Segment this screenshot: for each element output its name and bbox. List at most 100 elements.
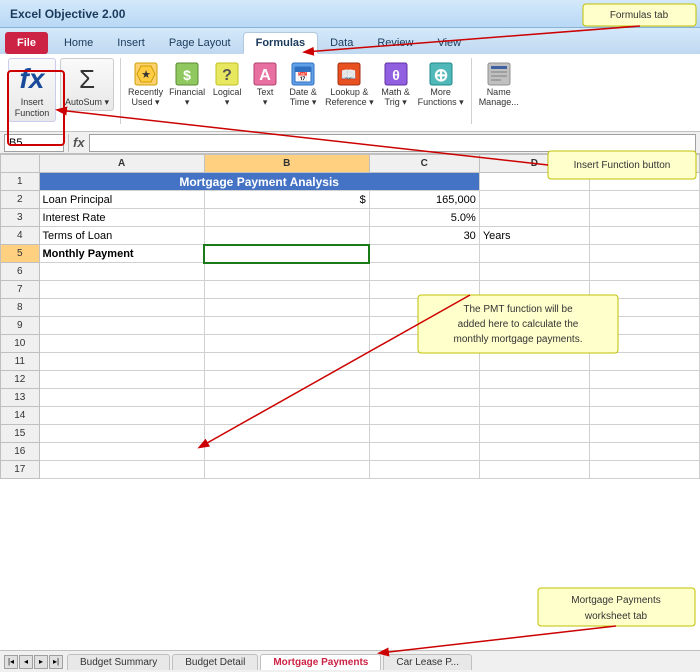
column-headers: A B C D E (1, 155, 700, 173)
math-trig-button[interactable]: θ Math &Trig ▾ (377, 58, 415, 110)
name-manager-button[interactable]: NameManage... (476, 58, 522, 110)
tab-data[interactable]: Data (318, 32, 365, 54)
col-header-d[interactable]: D (479, 155, 589, 173)
tab-formulas[interactable]: Formulas (243, 32, 319, 54)
cell-d3[interactable] (479, 209, 589, 227)
row-num-17: 17 (1, 461, 40, 479)
row-num-6: 6 (1, 263, 40, 281)
sheet-table: A B C D E 1 Mortgage Payment Analysis 2 … (0, 154, 700, 479)
cell-c3[interactable]: 5.0% (369, 209, 479, 227)
text-fn-label: Text▾ (257, 88, 274, 108)
ribbon-content: fx InsertFunction Σ AutoSum ▾ ★ Recently… (0, 54, 700, 132)
date-time-button[interactable]: 📅 Date &Time ▾ (284, 58, 322, 110)
row-num-1: 1 (1, 173, 40, 191)
row-num-14: 14 (1, 407, 40, 425)
insert-function-button[interactable]: fx InsertFunction (8, 58, 56, 122)
math-trig-label: Math &Trig ▾ (381, 88, 410, 108)
row-num-2: 2 (1, 191, 40, 209)
svg-text:worksheet tab: worksheet tab (584, 611, 648, 622)
more-functions-button[interactable]: ⊕ MoreFunctions ▾ (415, 58, 467, 110)
cell-e3[interactable] (589, 209, 699, 227)
tab-page-layout[interactable]: Page Layout (157, 32, 243, 54)
tab-budget-detail[interactable]: Budget Detail (172, 654, 258, 670)
svg-text:★: ★ (141, 69, 151, 81)
financial-icon: $ (173, 60, 201, 88)
row-num-5: 5 (1, 245, 40, 263)
tab-car-lease[interactable]: Car Lease P... (383, 654, 472, 670)
cell-d4[interactable]: Years (479, 227, 589, 245)
row-num-16: 16 (1, 443, 40, 461)
cell-a4[interactable]: Terms of Loan (39, 227, 204, 245)
cell-reference-input[interactable]: B5 (4, 134, 64, 152)
table-row: 13 (1, 389, 700, 407)
col-header-a[interactable]: A (39, 155, 204, 173)
cell-a3[interactable]: Interest Rate (39, 209, 204, 227)
cell-d2[interactable] (479, 191, 589, 209)
tab-view[interactable]: View (425, 32, 473, 54)
date-time-label: Date &Time ▾ (289, 88, 317, 108)
table-row: 12 (1, 371, 700, 389)
lookup-reference-button[interactable]: 📖 Lookup &Reference ▾ (322, 58, 377, 110)
cell-c4[interactable]: 30 (369, 227, 479, 245)
col-header-e[interactable]: E (589, 155, 699, 173)
formula-input[interactable] (89, 134, 696, 152)
name-manager-label: NameManage... (479, 88, 519, 108)
cell-e1[interactable] (589, 173, 699, 191)
more-functions-label: MoreFunctions ▾ (418, 88, 464, 108)
col-header-b[interactable]: B (204, 155, 369, 173)
table-row: 15 (1, 425, 700, 443)
formula-bar: B5 fx (0, 132, 700, 154)
cell-a6[interactable] (39, 263, 204, 281)
financial-button[interactable]: $ Financial▾ (166, 58, 208, 110)
cell-a5[interactable]: Monthly Payment (39, 245, 204, 263)
col-header-c[interactable]: C (369, 155, 479, 173)
svg-text:A: A (259, 67, 271, 84)
table-row: 7 (1, 281, 700, 299)
window-controls: ─ □ ✕ (660, 7, 690, 20)
tab-mortgage-payments[interactable]: Mortgage Payments (260, 654, 381, 670)
cell-e5[interactable] (589, 245, 699, 263)
cell-e2[interactable] (589, 191, 699, 209)
cell-c5[interactable] (369, 245, 479, 263)
recently-used-button[interactable]: ★ RecentlyUsed ▾ (125, 58, 166, 110)
row-num-15: 15 (1, 425, 40, 443)
logical-label: Logical▾ (213, 88, 242, 108)
insert-fn-label: InsertFunction (15, 97, 50, 119)
row-num-4: 4 (1, 227, 40, 245)
tab-insert[interactable]: Insert (105, 32, 157, 54)
table-row: 4 Terms of Loan 30 Years (1, 227, 700, 245)
cell-c2[interactable]: 165,000 (369, 191, 479, 209)
tab-last-button[interactable]: ▸| (49, 655, 63, 669)
cell-b5[interactable] (204, 245, 369, 263)
table-row: 11 (1, 353, 700, 371)
tab-first-button[interactable]: |◂ (4, 655, 18, 669)
tab-next-button[interactable]: ▸ (34, 655, 48, 669)
cell-e4[interactable] (589, 227, 699, 245)
logical-icon: ? (213, 60, 241, 88)
autosum-button[interactable]: Σ AutoSum ▾ (60, 58, 114, 111)
autosum-label: AutoSum ▾ (65, 97, 109, 108)
svg-text:θ: θ (392, 67, 400, 83)
row-num-12: 12 (1, 371, 40, 389)
cell-d1[interactable] (479, 173, 589, 191)
tab-review[interactable]: Review (365, 32, 425, 54)
svg-text:📅: 📅 (297, 71, 308, 82)
cell-b3[interactable] (204, 209, 369, 227)
tab-budget-summary[interactable]: Budget Summary (67, 654, 170, 670)
logical-button[interactable]: ? Logical▾ (208, 58, 246, 110)
table-row: 5 Monthly Payment (1, 245, 700, 263)
cell-b4[interactable] (204, 227, 369, 245)
tab-prev-button[interactable]: ◂ (19, 655, 33, 669)
lookup-label: Lookup &Reference ▾ (325, 88, 374, 108)
cell-a1[interactable]: Mortgage Payment Analysis (39, 173, 479, 191)
name-manager-icon (485, 60, 513, 88)
text-button[interactable]: A Text▾ (246, 58, 284, 110)
tab-home[interactable]: Home (52, 32, 105, 54)
row-num-10: 10 (1, 335, 40, 353)
formula-bar-divider (68, 134, 69, 152)
cell-d5[interactable] (479, 245, 589, 263)
cell-b2[interactable]: $ (204, 191, 369, 209)
ribbon-tabs: File Home Insert Page Layout Formulas Da… (0, 28, 700, 54)
cell-a2[interactable]: Loan Principal (39, 191, 204, 209)
tab-file[interactable]: File (5, 32, 48, 54)
